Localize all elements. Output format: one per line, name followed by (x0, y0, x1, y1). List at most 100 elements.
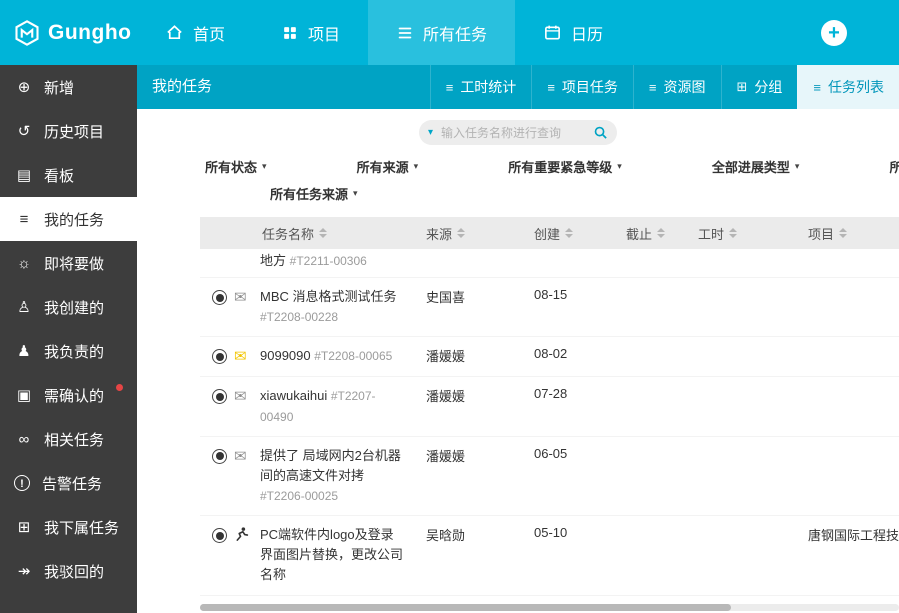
runner-icon (234, 526, 249, 542)
column-header-source[interactable]: 来源 (410, 224, 508, 243)
sidebar-item-label: 我创建的 (44, 297, 104, 318)
sidebar-item-subordinate-tasks[interactable]: ⊞ 我下属任务 (0, 505, 137, 549)
sidebar-item-alert-tasks[interactable]: ! 告警任务 (0, 461, 137, 505)
nav-home[interactable]: 首页 (137, 0, 253, 65)
task-name[interactable]: 地方 (260, 253, 286, 268)
grid-icon: ⊞ (737, 79, 748, 95)
tab-grouping[interactable]: ⊞ 分组 (721, 65, 798, 109)
column-header-project[interactable]: 项目 (778, 224, 899, 243)
table-row: PC端软件内logo及登录界面图片替换，更改公司名称 吴晗勋 05-10 唐钢国… (200, 516, 899, 595)
app-window: Gungho 首页 项目 (0, 0, 899, 613)
filter-source[interactable]: 所有来源 ▾ (357, 157, 419, 176)
task-created: 08-02 (508, 346, 604, 361)
list-icon: ≡ (813, 80, 821, 95)
sidebar-item-label: 告警任务 (42, 473, 102, 494)
sort-icon (729, 228, 737, 238)
radio-button[interactable] (212, 290, 227, 305)
chevron-down-icon: ▾ (795, 161, 800, 172)
tab-label: 资源图 (664, 77, 706, 97)
tab-hours-statistics[interactable]: ≡ 工时统计 (430, 65, 532, 109)
sidebar-item-created-by-me[interactable]: ♙ 我创建的 (0, 285, 137, 329)
brand-logo[interactable]: Gungho (0, 0, 137, 65)
link-icon: ∞ (14, 431, 34, 448)
sidebar-item-needs-confirmation[interactable]: ▣ 需确认的 (0, 373, 137, 417)
table-row: ✉ 9099090 #T2208-00065 潘媛媛 08-02 (200, 337, 899, 377)
sort-icon (319, 228, 327, 238)
nav-calendar-label: 日历 (571, 21, 603, 45)
radio-button[interactable] (212, 389, 227, 404)
table-row: ✉ 提供了 局域网内2台机器间的高速文件对拷 #T2206-00025 潘媛媛 … (200, 437, 899, 516)
task-id: #T2206-00025 (260, 489, 338, 503)
kanban-icon: ▤ (14, 166, 34, 184)
table-row: ✉ xiawukaihui #T2207-00490 潘媛媛 07-28 (200, 377, 899, 436)
filter-label: 所有重要紧急等级 (508, 157, 612, 176)
sidebar-item-label: 新增 (44, 77, 74, 98)
sidebar-item-history-projects[interactable]: ↺ 历史项目 (0, 109, 137, 153)
task-name[interactable]: xiawukaihui (260, 388, 327, 403)
view-tabs: ≡ 工时统计 ≡ 项目任务 ≡ 资源图 ⊞ 分组 ≡ 任务列表 (430, 65, 899, 109)
tab-task-list[interactable]: ≡ 任务列表 (797, 65, 899, 109)
column-header-hours[interactable]: 工时 (678, 224, 778, 243)
task-table: 任务名称 来源 创建 截止 工时 (200, 217, 899, 611)
sidebar-item-label: 即将要做 (44, 253, 104, 274)
task-name[interactable]: PC端软件内logo及登录界面图片替换，更改公司名称 (260, 527, 403, 582)
column-header-name[interactable]: 任务名称 (260, 224, 410, 243)
filter-progress-type[interactable]: 全部进展类型 ▾ (712, 157, 800, 176)
filter-label: 所有 (889, 157, 899, 176)
person-check-icon: ♟ (14, 342, 34, 360)
sidebar-item-owned-by-me[interactable]: ♟ 我负责的 (0, 329, 137, 373)
sidebar-item-label: 我驳回的 (44, 561, 104, 582)
filter-truncated[interactable]: 所有 ▾ (889, 157, 899, 176)
history-icon: ↺ (14, 122, 34, 140)
search-row: ▾ (137, 120, 899, 145)
task-name[interactable]: 提供了 局域网内2台机器间的高速文件对拷 (260, 448, 401, 483)
sidebar-item-upcoming[interactable]: ☼ 即将要做 (0, 241, 137, 285)
nav-calendar[interactable]: 日历 (515, 0, 631, 65)
radio-button[interactable] (212, 349, 227, 364)
horizontal-scrollbar-thumb[interactable] (200, 604, 731, 611)
tab-project-tasks[interactable]: ≡ 项目任务 (531, 65, 633, 109)
search-icon[interactable] (593, 125, 608, 140)
column-header-deadline[interactable]: 截止 (604, 224, 678, 243)
nav-all-tasks-label: 所有任务 (423, 21, 487, 45)
filter-status[interactable]: 所有状态 ▾ (205, 157, 267, 176)
task-source: 潘媛媛 (410, 386, 508, 405)
sidebar-item-label: 我负责的 (44, 341, 104, 362)
sidebar-item-rejected-by-me[interactable]: ↠ 我驳回的 (0, 549, 137, 593)
shield-icon: ▣ (14, 386, 34, 404)
grid-icon (281, 24, 299, 42)
tab-label: 分组 (754, 77, 782, 97)
sidebar-item-related-tasks[interactable]: ∞ 相关任务 (0, 417, 137, 461)
nav-all-tasks[interactable]: 所有任务 (368, 0, 515, 65)
nav-projects[interactable]: 项目 (253, 0, 368, 65)
task-name[interactable]: MBC 消息格式测试任务 (260, 289, 397, 304)
sidebar-item-new[interactable]: ⊕ 新增 (0, 65, 137, 109)
forward-arrow-icon: ↠ (14, 562, 34, 580)
sidebar-item-label: 看板 (44, 165, 74, 186)
add-button[interactable]: + (821, 20, 847, 46)
envelope-open-icon: ✉ (234, 289, 247, 306)
filter-label: 所有任务来源 (270, 184, 348, 203)
nav-home-label: 首页 (193, 21, 225, 45)
sort-icon (657, 228, 665, 238)
task-name[interactable]: 9099090 (260, 348, 311, 363)
filter-priority-level[interactable]: 所有重要紧急等级 ▾ (508, 157, 622, 176)
sidebar-item-kanban[interactable]: ▤ 看板 (0, 153, 137, 197)
column-header-created[interactable]: 创建 (508, 224, 604, 243)
task-source: 潘媛媛 (410, 446, 508, 465)
sidebar-item-my-tasks[interactable]: ≡ 我的任务 (0, 197, 137, 241)
nav-projects-label: 项目 (308, 21, 340, 45)
radio-button[interactable] (212, 449, 227, 464)
brand-name: Gungho (48, 21, 131, 45)
radio-button[interactable] (212, 528, 227, 543)
gungho-logo-icon (13, 19, 41, 47)
search-box: ▾ (419, 120, 617, 145)
plus-icon: + (828, 23, 840, 43)
subbar: 我的任务 ≡ 工时统计 ≡ 项目任务 ≡ 资源图 ⊞ 分组 ≡ 任务列表 (137, 65, 899, 109)
chevron-down-icon: ▾ (262, 161, 267, 172)
chevron-down-icon[interactable]: ▾ (428, 127, 433, 138)
search-input[interactable] (439, 125, 587, 141)
filter-task-source[interactable]: 所有任务来源 ▾ (270, 184, 358, 203)
tab-resource-map[interactable]: ≡ 资源图 (633, 65, 721, 109)
task-created: 07-28 (508, 386, 604, 401)
